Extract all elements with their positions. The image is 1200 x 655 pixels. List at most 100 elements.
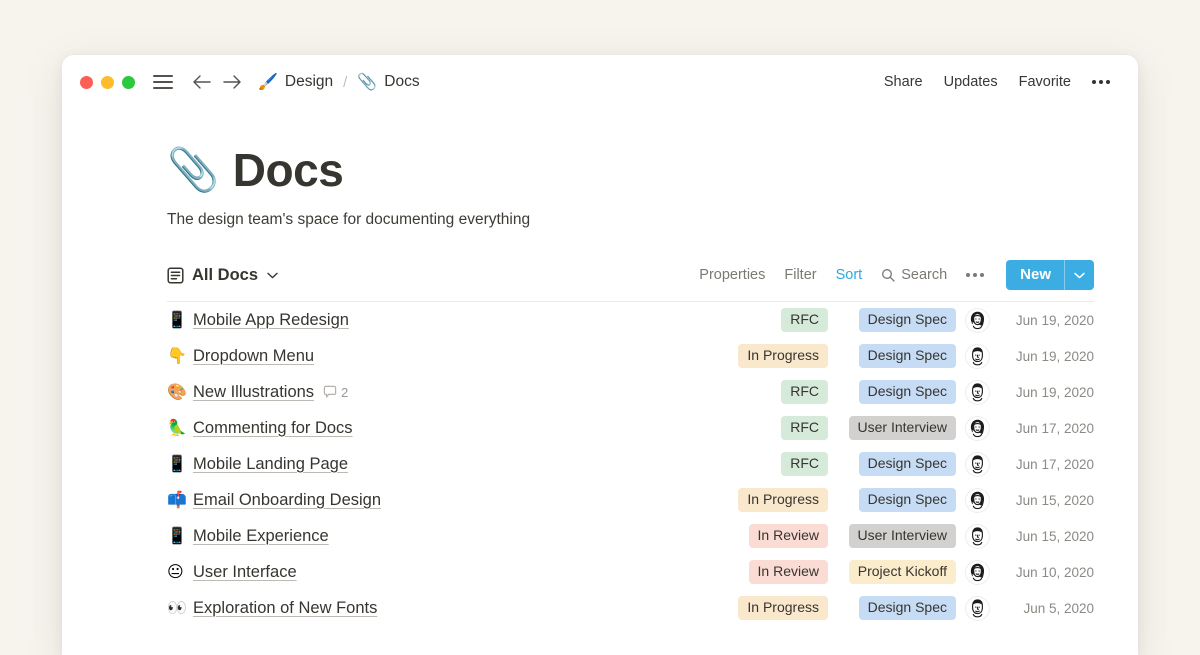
more-options-icon[interactable]	[966, 271, 984, 279]
comment-count: 2	[341, 385, 348, 400]
minimize-window-button[interactable]	[101, 76, 114, 89]
table-row[interactable]: 📱Mobile Landing PageRFCDesign SpecJun 17…	[167, 446, 1094, 482]
category-badge[interactable]: Design Spec	[859, 380, 956, 405]
assignee-cell	[956, 417, 998, 440]
status-cell: In Review	[704, 560, 828, 585]
hamburger-icon[interactable]	[153, 75, 173, 89]
breadcrumb-separator: /	[343, 74, 347, 91]
sort-button[interactable]: Sort	[836, 267, 863, 283]
avatar[interactable]	[966, 381, 989, 404]
breadcrumb: 🖌️ Design / 📎 Docs	[258, 73, 420, 91]
assignee-cell	[956, 489, 998, 512]
maximize-window-button[interactable]	[122, 76, 135, 89]
toolbar-actions: Properties Filter Sort Search New	[699, 260, 1094, 290]
chevron-down-icon	[267, 272, 278, 279]
avatar[interactable]	[966, 345, 989, 368]
doc-title-link[interactable]: Mobile Experience	[193, 527, 329, 545]
avatar[interactable]	[966, 453, 989, 476]
doc-title-link[interactable]: Email Onboarding Design	[193, 491, 381, 509]
view-name: All Docs	[192, 266, 258, 285]
category-badge[interactable]: User Interview	[849, 524, 956, 549]
doc-title-link[interactable]: Exploration of New Fonts	[193, 599, 377, 617]
category-badge[interactable]: Design Spec	[859, 452, 956, 477]
status-badge[interactable]: RFC	[781, 416, 828, 441]
page-subtitle: The design team's space for documenting …	[167, 211, 1094, 229]
table-row[interactable]: 📱Mobile ExperienceIn ReviewUser Intervie…	[167, 518, 1094, 554]
avatar[interactable]	[966, 417, 989, 440]
new-button-dropdown[interactable]	[1065, 260, 1094, 290]
category-badge[interactable]: User Interview	[849, 416, 956, 441]
status-cell: RFC	[704, 452, 828, 477]
status-badge[interactable]: In Progress	[738, 488, 828, 513]
category-cell: User Interview	[828, 416, 956, 441]
title-bar-actions: Share Updates Favorite	[884, 74, 1110, 90]
arrow-left-icon[interactable]	[192, 74, 211, 90]
avatar[interactable]	[966, 597, 989, 620]
table-row[interactable]: 📱Mobile App RedesignRFCDesign SpecJun 19…	[167, 302, 1094, 338]
more-options-icon[interactable]	[1092, 78, 1110, 86]
filter-button[interactable]: Filter	[784, 267, 816, 283]
status-cell: In Review	[704, 524, 828, 549]
doc-title-link[interactable]: Mobile Landing Page	[193, 455, 348, 473]
status-badge[interactable]: In Progress	[738, 344, 828, 369]
table-row[interactable]: 🦜Commenting for DocsRFCUser InterviewJun…	[167, 410, 1094, 446]
search-button[interactable]: Search	[881, 267, 947, 283]
date-cell: Jun 5, 2020	[998, 601, 1094, 616]
category-cell: Design Spec	[828, 380, 956, 405]
row-title-cell: Mobile App Redesign	[193, 311, 349, 330]
category-badge[interactable]: Project Kickoff	[849, 560, 956, 585]
row-title-cell: Commenting for Docs	[193, 419, 353, 438]
close-window-button[interactable]	[80, 76, 93, 89]
category-badge[interactable]: Design Spec	[859, 596, 956, 621]
avatar[interactable]	[966, 309, 989, 332]
list-view-icon	[167, 267, 184, 284]
database-toolbar: All Docs Properties Filter Sort Search	[167, 260, 1094, 302]
comment-icon	[323, 385, 337, 399]
category-badge[interactable]: Design Spec	[859, 488, 956, 513]
status-badge[interactable]: In Review	[749, 524, 828, 549]
table-row[interactable]: 😐User InterfaceIn ReviewProject KickoffJ…	[167, 554, 1094, 590]
avatar[interactable]	[966, 561, 989, 584]
view-selector[interactable]: All Docs	[167, 266, 278, 285]
comment-count-badge[interactable]: 2	[323, 385, 348, 400]
page-header: 📎 Docs The design team's space for docum…	[62, 109, 1138, 229]
category-badge[interactable]: Design Spec	[859, 308, 956, 333]
table-row[interactable]: 👇Dropdown MenuIn ProgressDesign SpecJun …	[167, 338, 1094, 374]
doc-title-link[interactable]: Mobile App Redesign	[193, 311, 349, 329]
row-emoji-icon: 🦜	[167, 420, 193, 436]
status-badge[interactable]: RFC	[781, 452, 828, 477]
properties-button[interactable]: Properties	[699, 267, 765, 283]
avatar[interactable]	[966, 525, 989, 548]
search-label: Search	[901, 267, 947, 283]
assignee-cell	[956, 453, 998, 476]
share-button[interactable]: Share	[884, 74, 923, 90]
breadcrumb-item-docs[interactable]: Docs	[384, 73, 419, 91]
category-cell: Design Spec	[828, 344, 956, 369]
favorite-button[interactable]: Favorite	[1019, 74, 1071, 90]
table-row[interactable]: 🎨New Illustrations2RFCDesign SpecJun 19,…	[167, 374, 1094, 410]
page-content: 📎 Docs The design team's space for docum…	[62, 109, 1138, 626]
doc-title-link[interactable]: Commenting for Docs	[193, 419, 353, 437]
doc-title-link[interactable]: Dropdown Menu	[193, 347, 314, 365]
status-badge[interactable]: RFC	[781, 308, 828, 333]
page-title-text: Docs	[233, 143, 343, 197]
table-row[interactable]: 📫Email Onboarding DesignIn ProgressDesig…	[167, 482, 1094, 518]
breadcrumb-item-design[interactable]: Design	[285, 73, 333, 91]
assignee-cell	[956, 525, 998, 548]
status-badge[interactable]: In Progress	[738, 596, 828, 621]
row-emoji-icon: 😐	[167, 564, 193, 580]
category-cell: Design Spec	[828, 308, 956, 333]
row-title-cell: Email Onboarding Design	[193, 491, 381, 510]
arrow-right-icon[interactable]	[223, 74, 242, 90]
paperclip-icon: 📎	[167, 149, 219, 191]
table-row[interactable]: 👀Exploration of New FontsIn ProgressDesi…	[167, 590, 1094, 626]
status-badge[interactable]: RFC	[781, 380, 828, 405]
updates-button[interactable]: Updates	[944, 74, 998, 90]
status-badge[interactable]: In Review	[749, 560, 828, 585]
avatar[interactable]	[966, 489, 989, 512]
doc-title-link[interactable]: New Illustrations	[193, 383, 314, 401]
new-button[interactable]: New	[1006, 260, 1094, 290]
category-badge[interactable]: Design Spec	[859, 344, 956, 369]
date-cell: Jun 15, 2020	[998, 493, 1094, 508]
doc-title-link[interactable]: User Interface	[193, 563, 297, 581]
